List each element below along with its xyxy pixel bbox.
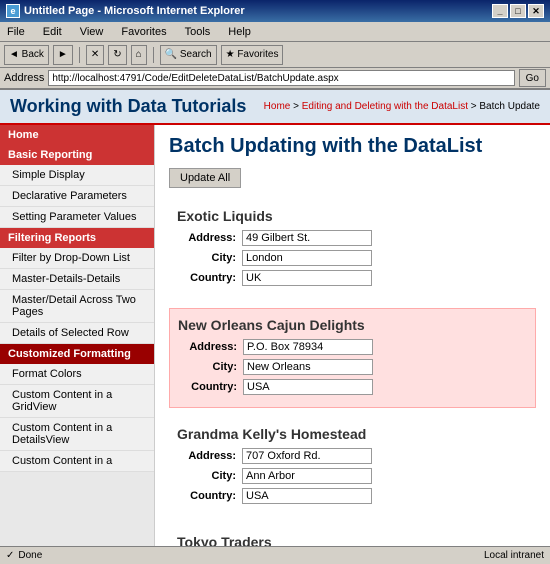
go-button[interactable]: Go — [519, 69, 546, 87]
field-row-city-2: City: — [178, 359, 527, 375]
company-name-4: Tokyo Traders — [177, 534, 528, 546]
field-row-country-3: Country: — [177, 488, 528, 504]
field-row-city-1: City: — [177, 250, 528, 266]
title-bar: e Untitled Page - Microsoft Internet Exp… — [0, 0, 550, 22]
close-button[interactable]: ✕ — [528, 4, 544, 18]
toolbar-separator — [79, 47, 80, 63]
minimize-button[interactable]: _ — [492, 4, 508, 18]
forward-button[interactable]: ► — [53, 45, 73, 65]
city-input-3[interactable] — [242, 468, 372, 484]
datalist-item-2: New Orleans Cajun Delights Address: City… — [169, 308, 536, 408]
company-name-2: New Orleans Cajun Delights — [178, 317, 527, 333]
home-button[interactable]: ⌂ — [131, 45, 147, 65]
field-row-country-2: Country: — [178, 379, 527, 395]
breadcrumb-section[interactable]: Editing and Deleting with the DataList — [302, 101, 468, 112]
country-label-3: Country: — [177, 490, 242, 502]
address-label-3: Address: — [177, 450, 242, 462]
menu-bar: File Edit View Favorites Tools Help — [0, 22, 550, 42]
status-icon: ✓ — [6, 550, 14, 561]
datalist-item-4: Tokyo Traders Address: City: — [169, 526, 536, 546]
sidebar: Home Basic Reporting Simple Display Decl… — [0, 125, 155, 546]
menu-tools[interactable]: Tools — [182, 26, 214, 38]
sidebar-item-custom-content-other[interactable]: Custom Content in a — [0, 451, 154, 472]
toolbar: ◄ Back ► ✕ ↻ ⌂ 🔍 Search ★ Favorites — [0, 42, 550, 68]
sidebar-item-setting-parameter-values[interactable]: Setting Parameter Values — [0, 207, 154, 228]
content-area: Batch Updating with the DataList Update … — [155, 125, 550, 546]
country-input-2[interactable] — [243, 379, 373, 395]
field-row-country-1: Country: — [177, 270, 528, 286]
browser-content: Working with Data Tutorials Home > Editi… — [0, 90, 550, 546]
menu-file[interactable]: File — [4, 26, 28, 38]
menu-help[interactable]: Help — [225, 26, 254, 38]
stop-button[interactable]: ✕ — [86, 45, 104, 65]
search-button[interactable]: 🔍 Search — [160, 45, 217, 65]
menu-view[interactable]: View — [77, 26, 107, 38]
status-zone: Local intranet — [484, 550, 544, 561]
breadcrumb-home[interactable]: Home — [264, 101, 291, 112]
country-input-1[interactable] — [242, 270, 372, 286]
datalist-item-3: Grandma Kelly's Homestead Address: City:… — [169, 418, 536, 516]
address-input-2[interactable] — [243, 339, 373, 355]
sidebar-item-custom-content-gridview[interactable]: Custom Content in a GridView — [0, 385, 154, 418]
address-label-2: Address: — [178, 341, 243, 353]
breadcrumb: Home > Editing and Deleting with the Dat… — [264, 101, 540, 112]
menu-favorites[interactable]: Favorites — [118, 26, 169, 38]
update-all-button[interactable]: Update All — [169, 168, 241, 188]
sidebar-item-format-colors[interactable]: Format Colors — [0, 364, 154, 385]
sidebar-section-basic-reporting[interactable]: Basic Reporting — [0, 145, 154, 165]
city-label-2: City: — [178, 361, 243, 373]
field-row-city-3: City: — [177, 468, 528, 484]
sidebar-item-master-detail-across[interactable]: Master/Detail Across Two Pages — [0, 290, 154, 323]
country-label-2: Country: — [178, 381, 243, 393]
field-row-address-3: Address: — [177, 448, 528, 464]
city-input-2[interactable] — [243, 359, 373, 375]
city-label-3: City: — [177, 470, 242, 482]
company-name-1: Exotic Liquids — [177, 208, 528, 224]
sidebar-item-custom-content-detailsview[interactable]: Custom Content in a DetailsView — [0, 418, 154, 451]
maximize-button[interactable]: □ — [510, 4, 526, 18]
sidebar-home[interactable]: Home — [0, 125, 154, 145]
sidebar-section-customized-formatting[interactable]: Customized Formatting — [0, 344, 154, 364]
sidebar-item-master-details-details[interactable]: Master-Details-Details — [0, 269, 154, 290]
country-label-1: Country: — [177, 272, 242, 284]
main-layout: Home Basic Reporting Simple Display Decl… — [0, 125, 550, 546]
address-input-3[interactable] — [242, 448, 372, 464]
address-input-1[interactable] — [242, 230, 372, 246]
back-button[interactable]: ◄ Back — [4, 45, 49, 65]
favorites-button[interactable]: ★ Favorites — [221, 45, 284, 65]
toolbar-separator-2 — [153, 47, 154, 63]
address-label: Address — [4, 72, 44, 84]
sidebar-section-filtering-reports[interactable]: Filtering Reports — [0, 228, 154, 248]
country-input-3[interactable] — [242, 488, 372, 504]
address-bar: Address Go — [0, 68, 550, 90]
address-input[interactable] — [48, 70, 514, 86]
page-header: Working with Data Tutorials Home > Editi… — [0, 90, 550, 125]
site-title: Working with Data Tutorials — [10, 96, 246, 117]
field-row-address-1: Address: — [177, 230, 528, 246]
refresh-button[interactable]: ↻ — [108, 45, 126, 65]
window-icon: e — [6, 4, 20, 18]
field-row-address-2: Address: — [178, 339, 527, 355]
sidebar-item-declarative-parameters[interactable]: Declarative Parameters — [0, 186, 154, 207]
breadcrumb-current: Batch Update — [479, 101, 540, 112]
menu-edit[interactable]: Edit — [40, 26, 65, 38]
city-label-1: City: — [177, 252, 242, 264]
city-input-1[interactable] — [242, 250, 372, 266]
sidebar-item-details-selected-row[interactable]: Details of Selected Row — [0, 323, 154, 344]
status-bar: ✓ Done Local intranet — [0, 546, 550, 564]
datalist-item-1: Exotic Liquids Address: City: Country: — [169, 200, 536, 298]
address-label-1: Address: — [177, 232, 242, 244]
sidebar-item-filter-dropdown[interactable]: Filter by Drop-Down List — [0, 248, 154, 269]
status-text: Done — [18, 550, 42, 561]
company-name-3: Grandma Kelly's Homestead — [177, 426, 528, 442]
window-title: Untitled Page - Microsoft Internet Explo… — [24, 5, 245, 17]
page-title: Batch Updating with the DataList — [169, 135, 536, 158]
sidebar-item-simple-display[interactable]: Simple Display — [0, 165, 154, 186]
